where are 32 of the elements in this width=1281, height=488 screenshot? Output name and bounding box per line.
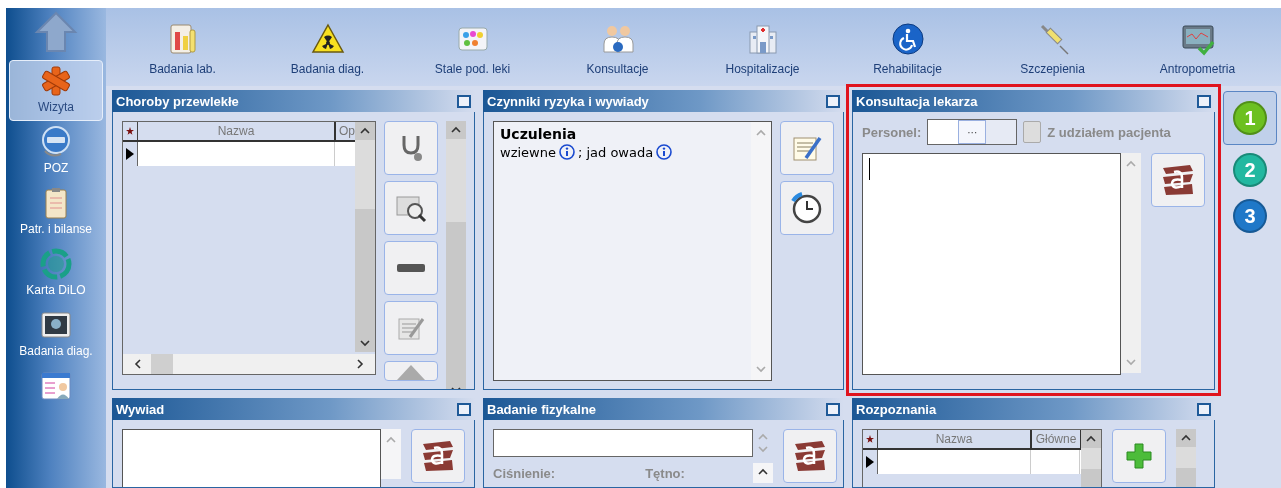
- checkbox-label: Z udziałem pacjenta: [1047, 124, 1171, 140]
- field-label: Tętno:: [645, 465, 685, 481]
- sidebar-item[interactable]: Wizyta: [9, 60, 103, 121]
- panel-title: Badanie fizykalne: [487, 401, 597, 417]
- field-label: Ciśnienie:: [493, 465, 556, 481]
- panel-title: Wywiad: [116, 401, 165, 417]
- toolbar-button[interactable]: Szczepienia: [980, 8, 1125, 86]
- browse-button[interactable]: ···: [958, 120, 987, 144]
- panel-title: Konsultacja lekarza: [856, 93, 978, 109]
- panel-title: Czynniki ryzyka i wywiady: [487, 93, 649, 109]
- panel-title: Choroby przewlekłe: [116, 93, 239, 109]
- section-heading: Uczulenia: [500, 126, 578, 142]
- field-label: Personel:: [862, 124, 922, 140]
- sidebar-item[interactable]: Karta DiLO: [9, 243, 103, 304]
- toolbar-button[interactable]: Badania lab.: [110, 8, 255, 86]
- allergy-text: ; jad owada: [577, 144, 654, 160]
- sidebar-item[interactable]: Patr. i bilanse: [9, 182, 103, 243]
- sidebar-item[interactable]: POZ: [9, 121, 103, 182]
- toolbar-button[interactable]: Badania diag.: [255, 8, 400, 86]
- column-header[interactable]: Nazwa: [138, 122, 336, 140]
- text-area[interactable]: Uczulenia wziewne ; jad owada: [493, 121, 772, 381]
- toolbar-button[interactable]: Stale pod. leki: [400, 8, 545, 86]
- toolbar-button[interactable]: Rehabilitacje: [835, 8, 980, 86]
- toolbar-button[interactable]: Konsultacje: [545, 8, 690, 86]
- toolbar-button[interactable]: Hospitalizacje: [690, 8, 835, 86]
- column-header[interactable]: Op: [336, 122, 355, 140]
- panel-title: Rozpoznania: [856, 401, 937, 417]
- sidebar-item[interactable]: Badania diag.: [9, 304, 103, 365]
- input-field[interactable]: ···: [927, 119, 1018, 145]
- column-header[interactable]: Nazwa: [878, 430, 1032, 448]
- allergy-text: wziewne: [500, 144, 556, 160]
- toolbar-button[interactable]: Antropometria: [1125, 8, 1270, 86]
